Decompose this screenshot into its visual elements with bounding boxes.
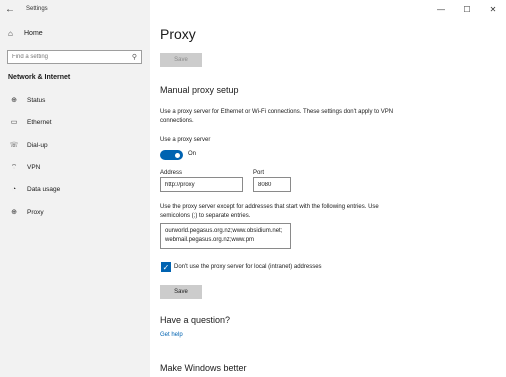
make-windows-better-heading: Make Windows better xyxy=(160,363,247,373)
search-input[interactable] xyxy=(12,54,122,60)
manual-proxy-heading: Manual proxy setup xyxy=(160,85,239,95)
sidebar-home-label: Home xyxy=(24,30,43,37)
exceptions-input[interactable]: ourworld.pegasus.org.nz;www.obsidium.net… xyxy=(160,223,291,249)
address-input[interactable] xyxy=(160,177,243,192)
minimize-button[interactable]: — xyxy=(428,0,454,18)
home-icon: ⌂ xyxy=(8,29,13,38)
toggle-state-label: On xyxy=(188,151,197,157)
local-addresses-checkbox[interactable]: ✓ xyxy=(161,262,171,272)
sidebar-item-label: Proxy xyxy=(27,208,44,216)
sidebar-item-data-usage[interactable]: ◔ Data usage xyxy=(0,180,150,198)
checkmark-icon: ✓ xyxy=(162,262,170,272)
sidebar-item-label: Dial-up xyxy=(27,141,48,149)
use-proxy-label: Use a proxy server xyxy=(160,137,211,143)
local-addresses-label: Don't use the proxy server for local (in… xyxy=(174,264,322,270)
dialup-icon: ☏ xyxy=(9,142,19,149)
sidebar-item-status[interactable]: ⊕ Status xyxy=(0,91,150,109)
search-icon[interactable]: ⚲ xyxy=(132,53,137,61)
close-button[interactable]: ✕ xyxy=(480,0,506,18)
sidebar: ← Settings ⌂ Home ⚲ Network & Internet ⊕… xyxy=(0,0,150,377)
page-title: Proxy xyxy=(160,26,196,42)
close-icon: ✕ xyxy=(489,4,497,14)
sidebar-item-label: Ethernet xyxy=(27,118,52,126)
maximize-icon: ☐ xyxy=(463,4,471,14)
exceptions-description: Use the proxy server except for addresse… xyxy=(160,204,379,219)
proxy-description: Use a proxy server for Ethernet or Wi-Fi… xyxy=(160,109,394,124)
search-box[interactable]: ⚲ xyxy=(7,50,142,64)
window-controls: — ☐ ✕ xyxy=(428,0,506,18)
save-button-disabled[interactable]: Save xyxy=(160,53,202,67)
sidebar-item-label: VPN xyxy=(27,163,41,171)
back-button[interactable]: ← xyxy=(0,0,20,18)
sidebar-item-ethernet[interactable]: ▭ Ethernet xyxy=(0,113,150,131)
sidebar-item-dial-up[interactable]: ☏ Dial-up xyxy=(0,136,150,154)
use-proxy-toggle[interactable] xyxy=(160,150,183,160)
minimize-icon: — xyxy=(437,4,445,14)
sidebar-home[interactable]: ⌂ Home xyxy=(8,29,43,38)
sidebar-item-label: Status xyxy=(27,96,46,104)
back-arrow-icon: ← xyxy=(5,3,15,15)
port-input[interactable] xyxy=(253,177,291,192)
globe-icon: ⊕ xyxy=(11,97,17,104)
vpn-icon: ⌔ xyxy=(10,163,18,171)
main-content: — ☐ ✕ Proxy Save Manual proxy setup Use … xyxy=(150,0,506,377)
title-bar: ← Settings xyxy=(0,0,150,18)
sidebar-item-label: Data usage xyxy=(27,185,61,193)
sidebar-item-proxy[interactable]: ⊕ Proxy xyxy=(0,203,150,221)
maximize-button[interactable]: ☐ xyxy=(454,0,480,18)
section-title: Network & Internet xyxy=(8,74,71,81)
ethernet-icon: ▭ xyxy=(10,119,18,126)
proxy-globe-icon: ⊕ xyxy=(11,209,17,216)
data-usage-icon: ◔ xyxy=(11,185,17,193)
save-button[interactable]: Save xyxy=(160,285,202,299)
app-title: Settings xyxy=(26,6,48,12)
get-help-link[interactable]: Get help xyxy=(160,332,183,338)
question-heading: Have a question? xyxy=(160,315,231,325)
sidebar-item-vpn[interactable]: ⌔ VPN xyxy=(0,158,150,176)
toggle-knob xyxy=(175,152,180,158)
